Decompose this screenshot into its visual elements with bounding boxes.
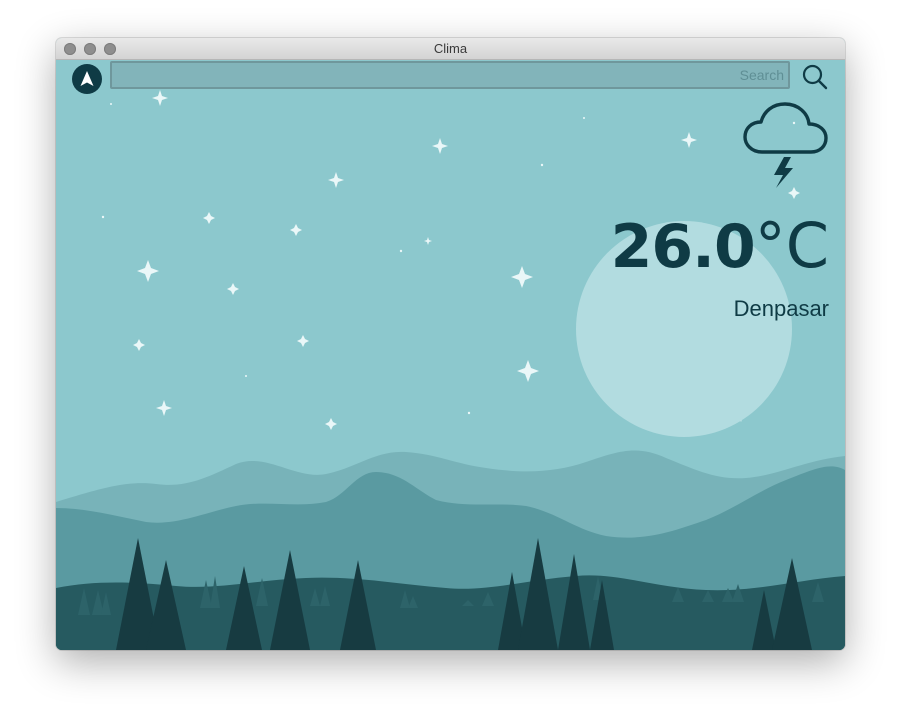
temperature-value: 26.0 — [610, 212, 756, 282]
cloud-lightning-icon — [743, 102, 828, 188]
location-button[interactable] — [72, 64, 102, 94]
navigation-arrow-icon — [80, 71, 94, 86]
magnifier-icon[interactable] — [800, 62, 830, 92]
temperature-unit: °C — [754, 209, 829, 282]
app-window: Clima Search 26.0°C Denpasar — [56, 38, 845, 650]
temperature-display: 26.0°C — [611, 206, 829, 303]
title-bar: Clima — [56, 38, 845, 60]
city-search-input[interactable] — [110, 61, 790, 89]
window-title: Clima — [433, 41, 468, 56]
landscape-background — [56, 60, 845, 650]
weather-view: 26.0°C Denpasar — [56, 60, 845, 650]
city-label: Denpasar — [733, 296, 829, 321]
